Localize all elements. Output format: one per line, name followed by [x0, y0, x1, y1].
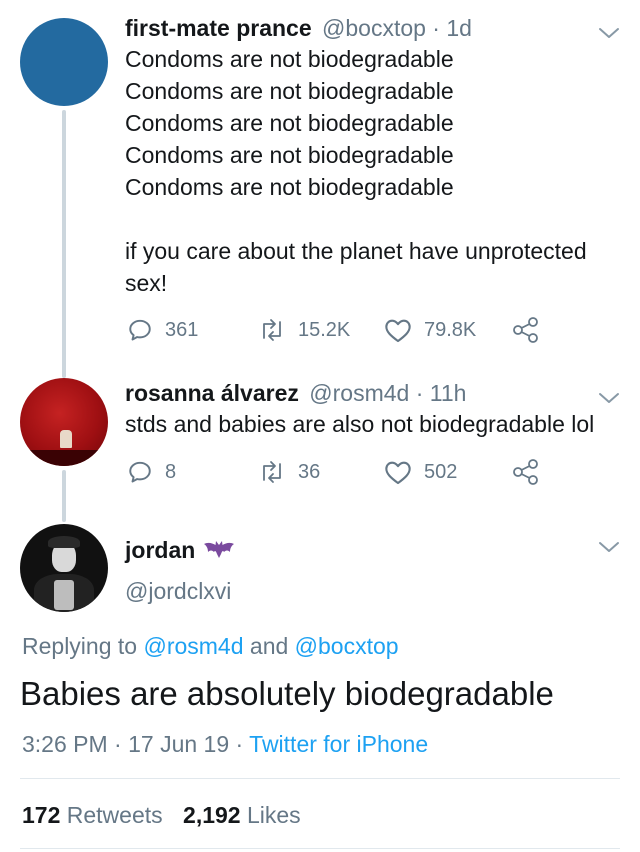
tweet-meta-line: 3:26 PM · 17 Jun 19 · Twitter for iPhone [22, 730, 428, 758]
timestamp[interactable]: 1d [446, 15, 472, 41]
divider [20, 778, 620, 779]
reply-count: 8 [165, 460, 177, 483]
like-action[interactable]: 502 [384, 458, 457, 486]
avatar[interactable] [20, 18, 108, 106]
retweet-action[interactable]: 36 [258, 458, 320, 486]
separator: · [107, 731, 129, 757]
bat-emoji-icon [204, 541, 235, 558]
like-count: 79.8K [424, 318, 477, 341]
replying-prefix: Replying to [22, 633, 144, 659]
like-icon [385, 461, 411, 485]
text-line: Condoms are not biodegradable [125, 46, 454, 72]
separator: · [409, 380, 430, 406]
tweet-header: first-mate prance @bocxtop · 1d [125, 14, 472, 42]
handle[interactable]: @rosm4d [309, 380, 409, 406]
reply-icon [129, 319, 151, 341]
text-line: Condoms are not biodegradable [125, 174, 454, 200]
avatar-chest [54, 580, 74, 610]
retweet-count: 15.2K [298, 318, 351, 341]
chevron-down-icon[interactable] [598, 391, 620, 405]
mention-link[interactable]: @rosm4d [143, 633, 243, 659]
separator: · [425, 15, 447, 41]
chevron-down-icon[interactable] [598, 26, 620, 40]
retweet-total: 172 [22, 802, 61, 828]
share-action[interactable] [512, 458, 540, 486]
reply-action[interactable]: 361 [127, 316, 198, 344]
avatar[interactable] [20, 524, 108, 612]
display-name[interactable]: first-mate prance [125, 15, 312, 41]
source-link[interactable]: Twitter for iPhone [249, 731, 428, 757]
handle[interactable]: @jordclxvi [125, 577, 231, 605]
retweet-action[interactable]: 15.2K [258, 316, 350, 344]
timestamp[interactable]: 3:26 PM [22, 731, 108, 757]
retweet-icon [263, 461, 281, 483]
text-line: Condoms are not biodegradable [125, 78, 454, 104]
separator: · [229, 731, 250, 757]
display-name[interactable]: jordan [125, 536, 195, 564]
handle[interactable]: @bocxtop [322, 15, 426, 41]
mention-link[interactable]: @bocxtop [295, 633, 399, 659]
like-icon [385, 319, 411, 343]
reply-action[interactable]: 8 [127, 458, 176, 486]
avatar-figure [60, 430, 72, 448]
timestamp[interactable]: 11h [430, 380, 467, 406]
like-count: 502 [424, 460, 458, 483]
tweet-text: stds and babies are also not biodegradab… [125, 411, 595, 437]
main-tweet-text: Babies are absolutely biodegradable [20, 675, 554, 712]
divider [20, 848, 620, 849]
replying-to: Replying to @rosm4d and @bocxtop [22, 632, 399, 660]
thread-line [62, 110, 66, 378]
avatar-hair [48, 536, 80, 548]
date[interactable]: 17 Jun 19 [128, 731, 229, 757]
tweet-text: Condoms are not biodegradable Condoms ar… [125, 43, 620, 299]
like-total: 2,192 [183, 802, 241, 828]
share-icon [513, 459, 538, 485]
avatar-floor [20, 450, 108, 466]
display-name-row: jordan [125, 536, 235, 564]
text-line: Condoms are not biodegradable [125, 110, 454, 136]
retweet-icon [263, 319, 281, 341]
chevron-down-icon[interactable] [598, 540, 620, 554]
reply-count: 361 [165, 318, 199, 341]
text-line: Condoms are not biodegradable [125, 142, 454, 168]
thread-line [62, 470, 66, 522]
avatar[interactable] [20, 378, 108, 466]
engagement-stats: 172 Retweets 2,192 Likes [22, 801, 301, 829]
like-label: Likes [240, 802, 301, 828]
retweet-label: Retweets [60, 802, 163, 828]
likes-stat[interactable]: 2,192 Likes [183, 802, 301, 828]
reply-icon [129, 461, 151, 483]
replying-and: and [243, 633, 295, 659]
display-name[interactable]: rosanna álvarez [125, 380, 299, 406]
like-action[interactable]: 79.8K [384, 316, 476, 344]
tweet-header: rosanna álvarez @rosm4d · 11h [125, 379, 466, 407]
retweet-count: 36 [298, 460, 321, 483]
share-icon [513, 317, 538, 343]
retweets-stat[interactable]: 172 Retweets [22, 802, 163, 828]
text-paragraph: if you care about the planet have unprot… [125, 238, 587, 296]
share-action[interactable] [512, 316, 540, 344]
